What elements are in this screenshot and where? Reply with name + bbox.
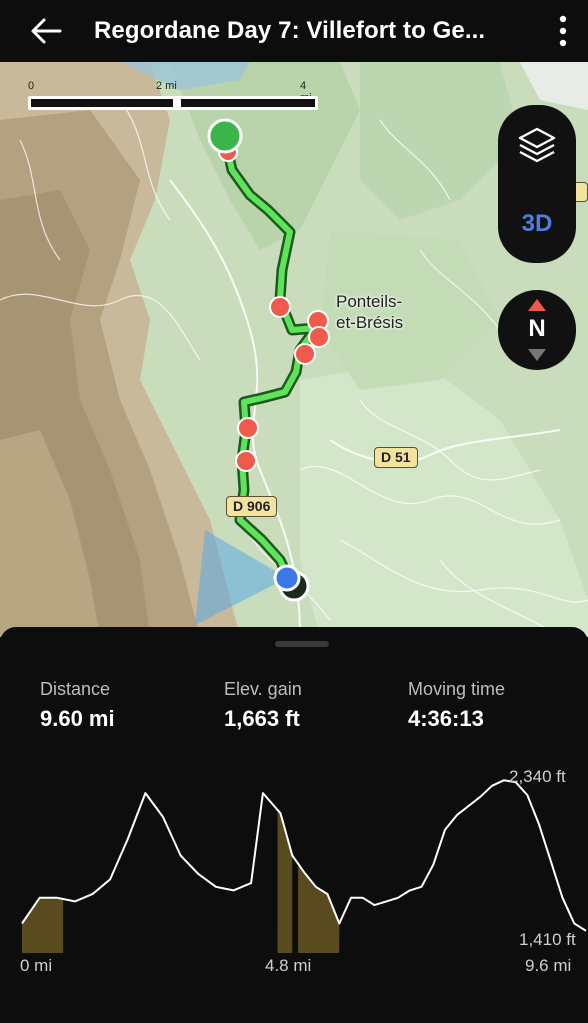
stat-moving-time: Moving time 4:36:13 [408, 679, 505, 732]
moving-time-value: 4:36:13 [408, 706, 484, 731]
elevation-chart[interactable]: 2,340 ft 1,410 ft 0 mi 4.8 mi 9.6 mi [0, 757, 588, 975]
scale-label-0: 0 [28, 80, 35, 92]
more-options-button[interactable] [548, 10, 578, 52]
route-details-sheet: Distance 9.60 mi Elev. gain 1,663 ft Mov… [0, 627, 588, 1023]
town-label: Ponteils- et-Brésis [336, 291, 403, 333]
start-marker[interactable] [207, 118, 243, 154]
elev-gain-label: Elev. gain [224, 679, 302, 699]
road-shield-d51: D 51 [374, 447, 418, 468]
3d-mode-button[interactable]: 3D [498, 185, 576, 263]
distance-value: 9.60 mi [40, 706, 115, 731]
town-label-line1: Ponteils- [336, 292, 403, 311]
y-tick-max: 2,340 ft [509, 767, 566, 786]
stat-elev-gain: Elev. gain 1,663 ft [224, 679, 302, 732]
more-vertical-icon [559, 15, 567, 47]
compass-button[interactable]: N [498, 290, 576, 370]
stat-distance: Distance 9.60 mi [40, 679, 115, 732]
x-tick-start: 0 mi [20, 956, 53, 975]
x-tick-end: 9.6 mi [525, 956, 572, 975]
arrow-left-icon [31, 18, 62, 44]
distance-label: Distance [40, 679, 111, 699]
layers-icon [518, 127, 556, 163]
layers-button[interactable] [498, 105, 576, 185]
x-tick-mid: 4.8 mi [265, 956, 312, 975]
town-label-line2: et-Brésis [336, 313, 404, 332]
map-scale-bar: 0 2 mi 4 mi [28, 80, 318, 112]
back-button[interactable] [18, 0, 74, 62]
y-tick-min: 1,410 ft [519, 930, 576, 949]
compass-north-label: N [528, 315, 546, 342]
scale-bar [28, 96, 318, 110]
top-app-bar: Regordane Day 7: Villefort to Ge... [0, 0, 588, 62]
elev-gain-value: 1,663 ft [224, 706, 300, 731]
page-title: Regordane Day 7: Villefort to Ge... [94, 17, 486, 44]
elevation-profile-svg [21, 779, 587, 953]
sheet-drag-handle[interactable] [275, 641, 329, 647]
scale-label-2mi: 2 mi [156, 80, 177, 92]
road-shield-d906: D 906 [226, 496, 278, 517]
elevation-shaded-segment-0 [22, 897, 64, 953]
moving-time-label: Moving time [408, 679, 506, 699]
current-location-dot [273, 564, 301, 592]
map-layer-controls: 3D [498, 105, 576, 263]
map-view[interactable]: 0 2 mi 4 mi Ponteils- et-Brésis D 906 D … [0, 62, 588, 637]
